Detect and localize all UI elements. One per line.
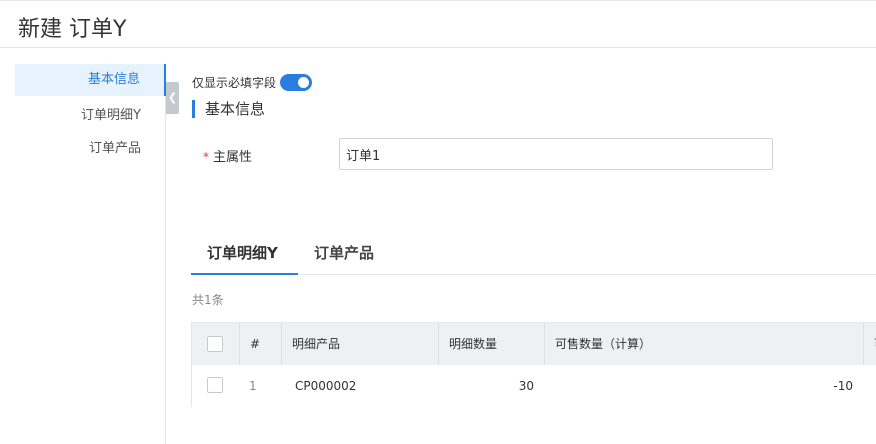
collapse-sidebar-button[interactable]: ❮ — [166, 82, 179, 114]
required-marker: * — [203, 150, 209, 164]
toggle-label: 仅显示必填字段 — [192, 75, 277, 90]
header-select-cell — [192, 323, 240, 365]
page-header: 新建 订单Y — [0, 0, 876, 48]
toggle-knob — [298, 76, 310, 88]
section-title: 基本信息 — [192, 100, 265, 118]
nav-item-basic-info[interactable]: 基本信息 — [15, 64, 166, 96]
chevron-left-icon: ❮ — [167, 91, 178, 104]
section-nav: 基本信息 订单明细Y 订单产品 — [0, 64, 166, 444]
page-title: 新建 订单Y — [18, 17, 127, 42]
row-index: 1 — [249, 379, 257, 393]
required-only-toggle-row: 仅显示必填字段 — [192, 73, 313, 91]
tab-order-product[interactable]: 订单产品 — [314, 236, 374, 275]
column-header-product[interactable]: 明细产品 — [282, 323, 439, 365]
row-quantity: 30 — [518, 379, 534, 393]
nav-item-order-detail[interactable]: 订单明细Y — [81, 104, 141, 123]
detail-tabs: 订单明细Y 订单产品 — [191, 236, 876, 275]
table-row[interactable]: 1 CP000002 30 -10 — [192, 365, 876, 407]
column-header-quantity[interactable]: 明细数量 — [439, 323, 545, 365]
select-all-checkbox[interactable] — [207, 336, 223, 352]
main-attribute-label: * 主属性 — [203, 146, 252, 165]
column-header-available[interactable]: 可售数量（计算） — [545, 323, 864, 365]
required-only-toggle[interactable] — [280, 73, 313, 91]
main-attribute-label-text: 主属性 — [213, 150, 253, 165]
detail-table: # 明细产品 明细数量 可售数量（计算） 可 1 CP000002 30 -10 — [191, 322, 876, 407]
row-product: CP000002 — [295, 379, 357, 393]
table-header: # 明细产品 明细数量 可售数量（计算） 可 — [192, 323, 876, 365]
column-header-next[interactable]: 可 — [864, 323, 876, 365]
tab-order-detail[interactable]: 订单明细Y — [191, 236, 298, 275]
column-header-index: # — [240, 323, 282, 365]
row-available: -10 — [833, 379, 853, 393]
record-count: 共1条 — [192, 293, 224, 307]
main-attribute-input[interactable] — [339, 138, 773, 170]
nav-item-order-product[interactable]: 订单产品 — [89, 137, 141, 156]
row-checkbox[interactable] — [207, 377, 223, 393]
